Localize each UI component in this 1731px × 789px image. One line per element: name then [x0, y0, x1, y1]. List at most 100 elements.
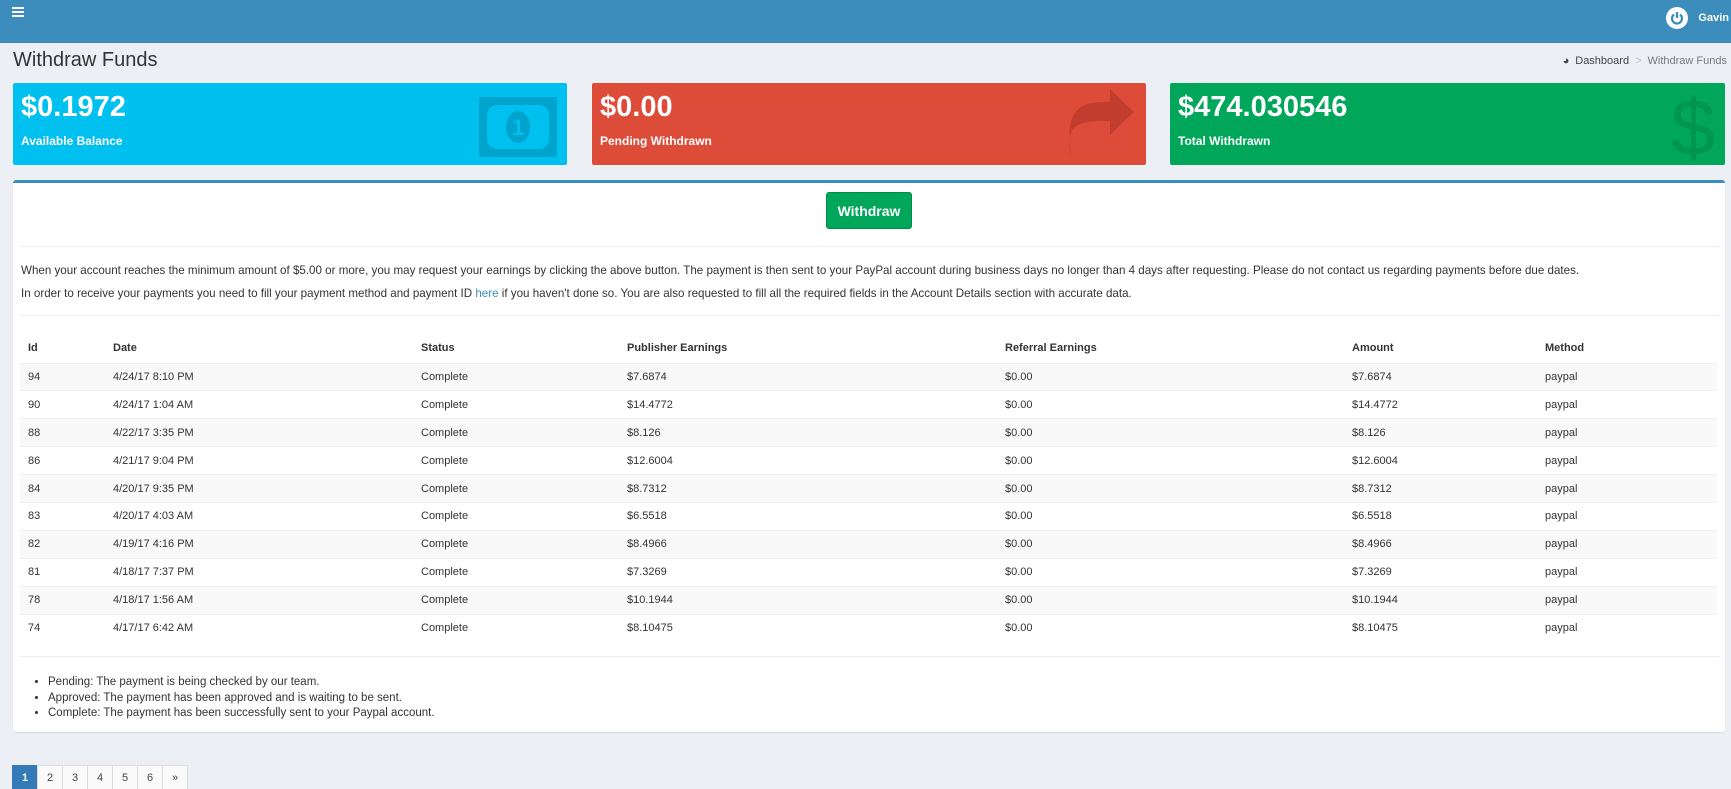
- withdraw-button[interactable]: Withdraw: [826, 192, 912, 229]
- column-header: Method: [1545, 341, 1585, 354]
- table-cell: Complete: [413, 501, 619, 531]
- table-cell: paypal: [1537, 613, 1717, 642]
- table-cell: $0.00: [997, 585, 1344, 615]
- breadcrumb-separator: >: [1635, 55, 1642, 67]
- table-cell: 88: [20, 418, 105, 447]
- table-row: 82 4/19/17 4:16 PM Complete $8.4966 $0.00 $8.…: [20, 529, 1717, 559]
- divider: [20, 656, 1721, 657]
- table-cell: $0.00: [997, 529, 1344, 559]
- table-cell: paypal: [1537, 501, 1717, 531]
- breadcrumb: ◕ Dashboard > Withdraw Funds: [1563, 55, 1727, 67]
- table-cell: Complete: [413, 529, 619, 559]
- table-cell: $7.6874: [619, 362, 997, 391]
- dollar-icon: $: [1671, 89, 1715, 165]
- table-cell: Complete: [413, 446, 619, 475]
- payment-settings-link[interactable]: here: [475, 287, 498, 300]
- table-cell: $8.4966: [619, 529, 997, 559]
- info-text: if you haven't done so. You are also req…: [498, 287, 1132, 300]
- table-cell: 94: [20, 362, 105, 391]
- info-text: In order to receive your payments you ne…: [21, 287, 476, 300]
- table-cell: $8.7312: [1344, 474, 1537, 503]
- breadcrumb-current: Withdraw Funds: [1647, 55, 1727, 67]
- pagination-page[interactable]: 6: [137, 765, 163, 789]
- pagination-page[interactable]: 5: [112, 765, 138, 789]
- table-cell: $8.126: [619, 418, 997, 447]
- pagination-page[interactable]: 2: [37, 765, 63, 789]
- table-cell: $6.5518: [619, 501, 997, 531]
- card-value: $474.030546: [1178, 91, 1348, 123]
- table-cell: paypal: [1537, 474, 1717, 503]
- table-cell: $0.00: [997, 418, 1344, 447]
- legend-item: Pending: The payment is being checked by…: [48, 675, 435, 691]
- table-cell: $14.4772: [619, 390, 997, 419]
- pagination-page[interactable]: 1: [12, 765, 38, 789]
- table-cell: $7.3269: [1344, 557, 1537, 587]
- pagination-page[interactable]: 3: [62, 765, 88, 789]
- table-cell: $7.3269: [619, 557, 997, 587]
- pagination-next[interactable]: »: [162, 765, 188, 789]
- user-menu[interactable]: Gavin: [1666, 7, 1729, 29]
- table-row: 88 4/22/17 3:35 PM Complete $8.126 $0.00 $8.1…: [20, 418, 1717, 447]
- page-title: Withdraw Funds: [13, 49, 158, 71]
- table-row: 86 4/21/17 9:04 PM Complete $12.6004 $0.00 $1…: [20, 446, 1717, 475]
- table-header-row: Id Date Status Publisher Earnings Referral E…: [20, 333, 1717, 363]
- table-cell: 4/18/17 1:56 AM: [105, 585, 413, 615]
- card-value: $0.1972: [21, 91, 126, 123]
- withdrawals-table: Id Date Status Publisher Earnings Referral E…: [20, 333, 1717, 642]
- table-cell: paypal: [1537, 390, 1717, 419]
- table-cell: Complete: [413, 390, 619, 419]
- table-cell: $6.5518: [1344, 501, 1537, 531]
- table-cell: $8.10475: [619, 613, 997, 642]
- table-cell: $0.00: [997, 474, 1344, 503]
- table-cell: $12.6004: [1344, 446, 1537, 475]
- table-cell: $0.00: [997, 613, 1344, 642]
- table-row: 74 4/17/17 6:42 AM Complete $8.10475 $0.00 $8…: [20, 613, 1717, 642]
- table-cell: 4/19/17 4:16 PM: [105, 529, 413, 559]
- table-cell: 74: [20, 613, 105, 642]
- table-cell: 4/18/17 7:37 PM: [105, 557, 413, 587]
- column-header: Amount: [1352, 341, 1394, 354]
- svg-text:$: $: [1671, 89, 1715, 165]
- table-cell: Complete: [413, 613, 619, 642]
- top-navbar: Gavin: [0, 0, 1731, 43]
- table-cell: $8.7312: [619, 474, 997, 503]
- column-header: Referral Earnings: [1005, 341, 1097, 354]
- table-cell: 86: [20, 446, 105, 475]
- share-arrow-icon: [1069, 89, 1134, 159]
- table-cell: $0.00: [997, 362, 1344, 391]
- card-label: Available Balance: [21, 134, 123, 148]
- breadcrumb-dashboard[interactable]: Dashboard: [1575, 55, 1629, 67]
- table-cell: 82: [20, 529, 105, 559]
- table-cell: $7.6874: [1344, 362, 1537, 391]
- table-cell: $12.6004: [619, 446, 997, 475]
- info-text-payment-method: In order to receive your payments you ne…: [21, 287, 1132, 300]
- table-cell: 84: [20, 474, 105, 503]
- table-cell: paypal: [1537, 557, 1717, 587]
- table-cell: $10.1944: [619, 585, 997, 615]
- table-cell: Complete: [413, 362, 619, 391]
- svg-text:1: 1: [512, 115, 524, 140]
- table-row: 90 4/24/17 1:04 AM Complete $14.4772 $0.00 $1…: [20, 390, 1717, 419]
- table-cell: 4/21/17 9:04 PM: [105, 446, 413, 475]
- table-cell: Complete: [413, 474, 619, 503]
- table-cell: 4/24/17 1:04 AM: [105, 390, 413, 419]
- table-cell: 4/22/17 3:35 PM: [105, 418, 413, 447]
- table-cell: 83: [20, 501, 105, 531]
- user-name: Gavin: [1698, 12, 1729, 24]
- table-row: 81 4/18/17 7:37 PM Complete $7.3269 $0.00 $7.…: [20, 557, 1717, 587]
- legend-item: Complete: The payment has been successfu…: [48, 706, 435, 722]
- table-cell: 81: [20, 557, 105, 587]
- available-balance-card: $0.1972 Available Balance 1: [13, 83, 567, 165]
- table-cell: paypal: [1537, 585, 1717, 615]
- power-icon: [1666, 7, 1689, 29]
- table-cell: $14.4772: [1344, 390, 1537, 419]
- table-cell: Complete: [413, 418, 619, 447]
- pagination-page[interactable]: 4: [87, 765, 113, 789]
- table-cell: $8.4966: [1344, 529, 1537, 559]
- table-cell: paypal: [1537, 362, 1717, 391]
- withdraw-panel: Withdraw When your account reaches the m…: [13, 180, 1725, 732]
- hamburger-menu-icon[interactable]: [12, 7, 24, 17]
- column-header: Publisher Earnings: [627, 341, 728, 354]
- divider: [20, 315, 1721, 316]
- table-cell: paypal: [1537, 418, 1717, 447]
